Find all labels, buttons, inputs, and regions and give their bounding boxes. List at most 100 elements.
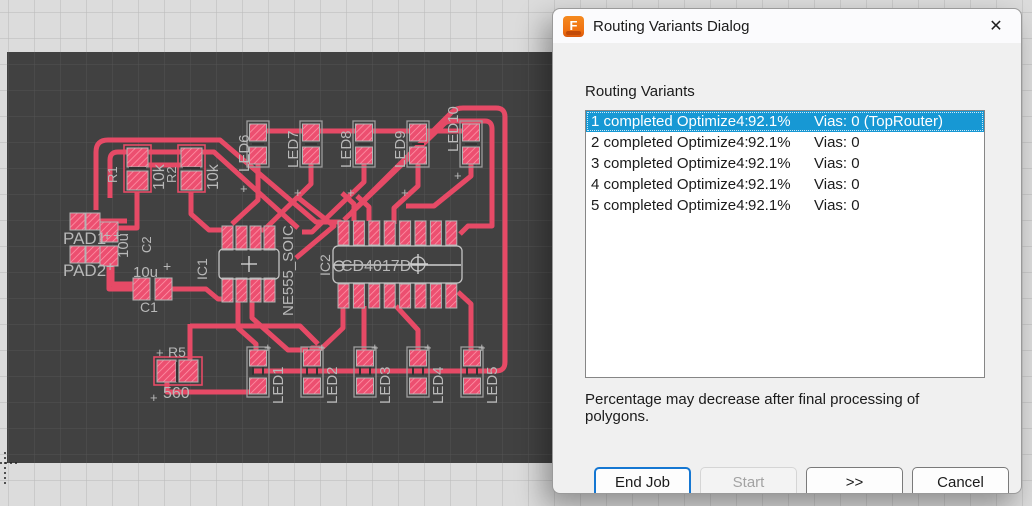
silkscreen-label: IC2 <box>317 254 333 276</box>
silkscreen-label: + <box>401 185 409 200</box>
through-pad[interactable] <box>86 213 100 230</box>
ic-pad[interactable] <box>250 278 261 302</box>
ic-pad[interactable] <box>222 226 233 250</box>
silkscreen-label: + <box>103 227 111 243</box>
ic-pad[interactable] <box>236 278 247 302</box>
silkscreen-label: + <box>156 345 164 360</box>
silkscreen-label: + <box>106 258 114 274</box>
silkscreen-label: + <box>264 340 272 355</box>
silkscreen-label: LED10 <box>445 106 462 152</box>
ic-pad[interactable] <box>400 221 411 245</box>
ic-pad[interactable] <box>430 221 441 245</box>
variant-row[interactable]: 4 completed Optimize4:92.1%Vias: 0 <box>586 174 984 195</box>
ic-pad[interactable] <box>415 221 426 245</box>
resistor-pad[interactable] <box>181 148 202 167</box>
ic-pad[interactable] <box>369 284 380 308</box>
ic-pad[interactable] <box>430 284 441 308</box>
ic-pad[interactable] <box>222 278 233 302</box>
variant-row[interactable]: 3 completed Optimize4:92.1%Vias: 0 <box>586 153 984 174</box>
silkscreen-label: + <box>347 185 355 200</box>
resistor-pad[interactable] <box>127 148 148 167</box>
resistor-pad[interactable] <box>127 171 148 190</box>
ic-pad[interactable] <box>384 284 395 308</box>
start-button[interactable]: Start <box>700 467 797 494</box>
application-window: R110kR210kLED6LED7LED8LED9LED10+++++LED1… <box>0 0 1032 506</box>
silkscreen-label: LED4 <box>430 366 447 404</box>
silkscreen-label: 10k <box>205 163 222 190</box>
led-pad[interactable] <box>356 147 373 164</box>
silkscreen-label: + <box>163 258 171 274</box>
ic-pad[interactable] <box>415 284 426 308</box>
silkscreen-label: + <box>150 390 158 405</box>
ic-pad[interactable] <box>446 284 457 308</box>
routing-variants-label: Routing Variants <box>585 83 985 100</box>
dialog-body: Routing Variants 1 completed Optimize4:9… <box>553 43 1021 494</box>
silkscreen-label: LED2 <box>324 366 341 404</box>
led-pad[interactable] <box>463 147 480 164</box>
silkscreen-label: + <box>318 340 326 355</box>
silkscreen-label: CD4017D <box>341 258 411 275</box>
led-pad[interactable] <box>410 378 427 394</box>
silkscreen-label: LED8 <box>338 130 355 168</box>
resistor-pad[interactable] <box>179 360 198 382</box>
led-pad[interactable] <box>464 378 481 394</box>
routing-variants-listbox[interactable]: 1 completed Optimize4:92.1%Vias: 0 (TopR… <box>585 110 985 378</box>
ic-pad[interactable] <box>264 226 275 250</box>
fusion-app-icon: F <box>563 16 584 37</box>
led-pad[interactable] <box>357 378 374 394</box>
window-title: Routing Variants Dialog <box>593 18 749 35</box>
through-pad[interactable] <box>70 213 85 230</box>
led-pad[interactable] <box>303 147 320 164</box>
silkscreen-label: LED3 <box>377 366 394 404</box>
ic-pad[interactable] <box>353 284 364 308</box>
silkscreen-label: 10u <box>133 264 158 281</box>
led-pad[interactable] <box>410 124 427 141</box>
variant-row[interactable]: 5 completed Optimize4:92.1%Vias: 0 <box>586 195 984 216</box>
polygon-note: Percentage may decrease after final proc… <box>585 391 985 425</box>
variant-row[interactable]: 2 completed Optimize4:92.1%Vias: 0 <box>586 132 984 153</box>
cap-pad[interactable] <box>155 278 172 300</box>
cap-pad[interactable] <box>133 278 150 300</box>
resistor-pad[interactable] <box>157 360 176 382</box>
silkscreen-label: NE555_SOIC <box>280 225 297 316</box>
end-job-button[interactable]: End Job <box>594 467 691 494</box>
silkscreen-label: LED6 <box>236 134 253 172</box>
silkscreen-label: 560 <box>163 385 190 402</box>
silkscreen-label: R5 <box>168 344 186 360</box>
ic-pad[interactable] <box>384 221 395 245</box>
silkscreen-label: LED1 <box>270 366 287 404</box>
ic-pad[interactable] <box>338 221 349 245</box>
led-pad[interactable] <box>463 124 480 141</box>
ic-pad[interactable] <box>400 284 411 308</box>
silkscreen-label: LED5 <box>484 366 501 404</box>
step-forward-button[interactable]: >> <box>806 467 903 494</box>
silkscreen-label: R1 <box>105 166 120 183</box>
dialog-titlebar[interactable]: F Routing Variants Dialog ✕ <box>553 9 1021 43</box>
silkscreen-label: C2 <box>139 236 154 253</box>
ic-pad[interactable] <box>250 226 261 250</box>
ic-pad[interactable] <box>446 221 457 245</box>
resistor-pad[interactable] <box>181 171 202 190</box>
ic-pad[interactable] <box>369 221 380 245</box>
led-pad[interactable] <box>303 124 320 141</box>
ic-pad[interactable] <box>338 284 349 308</box>
close-button[interactable]: ✕ <box>981 16 1011 36</box>
ic-pad[interactable] <box>236 226 247 250</box>
silkscreen-label: LED9 <box>392 130 409 168</box>
ic-pad[interactable] <box>264 278 275 302</box>
variant-row[interactable]: 1 completed Optimize4:92.1%Vias: 0 (TopR… <box>586 111 984 132</box>
silkscreen-label: + <box>424 340 432 355</box>
silkscreen-label: + <box>478 340 486 355</box>
silkscreen-label: + <box>454 168 462 183</box>
ic-pad[interactable] <box>353 221 364 245</box>
silkscreen-label: + <box>240 181 248 196</box>
cancel-button[interactable]: Cancel <box>912 467 1009 494</box>
silkscreen-label: 10u <box>115 233 132 258</box>
silkscreen-label: C1 <box>140 299 158 315</box>
led-pad[interactable] <box>250 378 267 394</box>
silkscreen-label: + <box>371 340 379 355</box>
led-pad[interactable] <box>356 124 373 141</box>
led-pad[interactable] <box>304 378 321 394</box>
silkscreen-label: LED7 <box>285 130 302 168</box>
led-pad[interactable] <box>410 147 427 164</box>
